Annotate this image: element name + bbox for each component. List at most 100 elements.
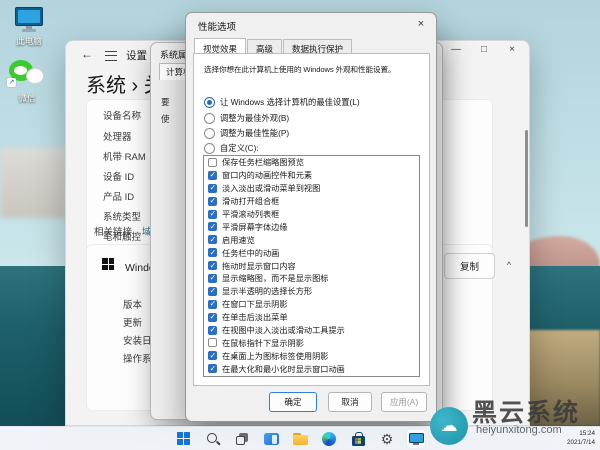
visual-effect-option[interactable]: 在桌面上为图标标签使用阴影: [204, 349, 419, 362]
checkbox-label: 在最大化和最小化时显示窗口动画: [222, 363, 345, 375]
radio-best-appearance[interactable]: 调整为最佳外观(B): [204, 112, 289, 124]
checkbox-icon[interactable]: [208, 171, 217, 180]
checkbox-icon[interactable]: [208, 313, 217, 322]
spec-row: 系统类型: [103, 209, 141, 223]
visual-effect-option[interactable]: 在最大化和最小化时显示窗口动画: [204, 362, 419, 375]
checkbox-label: 在窗口下显示阴影: [222, 298, 288, 310]
checkbox-icon[interactable]: [208, 235, 217, 244]
performance-options-dialog: 性能选项 × 视觉效果 高级 数据执行保护 选择你想在此计算机上使用的 Wind…: [185, 12, 437, 422]
taskbar-clock[interactable]: 15:24 2021/7/14: [567, 430, 595, 448]
visual-effects-list[interactable]: 保存任务栏缩略图预览 窗口内的动画控件和元素 淡入淡出或滑动菜单到视图 滑动打开…: [203, 155, 420, 377]
this-pc-icon: [14, 7, 44, 33]
visual-effect-option[interactable]: 淡入淡出或滑动菜单到视图: [204, 182, 419, 195]
checkbox-label: 拖动时显示窗口内容: [222, 260, 296, 272]
checkbox-icon[interactable]: [208, 184, 217, 193]
checkbox-label: 窗口内的动画控件和元素: [222, 169, 312, 181]
radio-icon: [204, 128, 215, 139]
visual-effect-option[interactable]: 在单击后淡出菜单: [204, 311, 419, 324]
checkbox-label: 在视图中淡入淡出或滑动工具提示: [222, 324, 345, 336]
chevron-up-icon[interactable]: ^: [498, 253, 520, 277]
os-row: 更新: [123, 315, 142, 329]
spec-row: 产品 ID: [103, 189, 134, 203]
copy-button[interactable]: 复制: [444, 253, 495, 279]
visual-effect-option[interactable]: 显示半透明的选择长方形: [204, 285, 419, 298]
visual-effect-option[interactable]: 窗口内的动画控件和元素: [204, 169, 419, 182]
spec-row: 机带 RAM: [103, 149, 146, 163]
checkbox-icon[interactable]: [208, 351, 217, 360]
settings-gear-icon[interactable]: ⚙: [377, 429, 397, 449]
checkbox-icon[interactable]: [208, 287, 217, 296]
radio-label: 调整为最佳外观(B): [220, 112, 289, 124]
clock-time: 15:24: [567, 430, 595, 439]
search-icon[interactable]: [203, 429, 223, 449]
checkbox-icon[interactable]: [208, 210, 217, 219]
close-icon[interactable]: ×: [412, 16, 430, 32]
settings-scrollbar[interactable]: [525, 130, 528, 227]
desktop-icon-label: 微信: [2, 92, 52, 104]
checkbox-label: 在桌面上为图标标签使用阴影: [222, 350, 328, 362]
visual-effect-option[interactable]: 显示缩略图，而不是显示图标: [204, 272, 419, 285]
minimize-button[interactable]: —: [449, 44, 463, 55]
visual-effect-option[interactable]: 平滑滚动列表框: [204, 208, 419, 221]
cancel-button[interactable]: 取消: [328, 392, 372, 412]
visual-effect-option[interactable]: 保存任务栏缩略图预览: [204, 156, 419, 169]
radio-let-windows-choose[interactable]: 让 Windows 选择计算机的最佳设置(L): [204, 96, 360, 108]
checkbox-icon[interactable]: [208, 248, 217, 257]
checkbox-label: 显示缩略图，而不是显示图标: [222, 272, 328, 284]
checkbox-label: 在单击后淡出菜单: [222, 311, 288, 323]
settings-app-title: 设置: [126, 48, 147, 63]
file-explorer-icon[interactable]: [290, 429, 310, 449]
clock-date: 2021/7/14: [567, 439, 595, 448]
desktop-icon-this-pc[interactable]: 此电脑: [4, 7, 54, 47]
visual-effect-option[interactable]: 滑动打开组合框: [204, 195, 419, 208]
desktop-icon-wechat[interactable]: ↗ 微信: [2, 60, 52, 104]
spec-row: 设备名称: [103, 108, 141, 122]
radio-icon: [204, 97, 215, 108]
checkbox-label: 启用速览: [222, 234, 255, 246]
checkbox-label: 淡入淡出或滑动菜单到视图: [222, 182, 320, 194]
checkbox-label: 在鼠标指针下显示阴影: [222, 337, 304, 349]
visual-effect-option[interactable]: 在窗口下显示阴影: [204, 298, 419, 311]
visual-effect-option[interactable]: 在视图中淡入淡出或滑动工具提示: [204, 324, 419, 337]
back-icon[interactable]: ←: [81, 47, 93, 61]
close-button[interactable]: ×: [505, 44, 519, 55]
visual-effects-panel: 选择你想在此计算机上使用的 Windows 外观和性能设置。 让 Windows…: [193, 53, 430, 386]
visual-effect-option[interactable]: 在鼠标指针下显示阴影: [204, 336, 419, 349]
radio-best-performance[interactable]: 调整为最佳性能(P): [204, 127, 289, 139]
ok-button[interactable]: 确定: [269, 392, 317, 412]
related-links-label: 相关链接: [94, 224, 132, 238]
checkbox-icon[interactable]: [208, 274, 217, 283]
checkbox-label: 保存任务栏缩略图预览: [222, 156, 304, 168]
visual-effect-option[interactable]: 任务栏中的动画: [204, 246, 419, 259]
shortcut-arrow-icon: ↗: [7, 78, 16, 87]
dialog-description: 选择你想在此计算机上使用的 Windows 外观和性能设置。: [204, 64, 396, 75]
radio-custom[interactable]: 自定义(C):: [204, 142, 259, 154]
checkbox-icon[interactable]: [208, 364, 217, 373]
radio-label: 让 Windows 选择计算机的最佳设置(L): [220, 96, 360, 108]
checkbox-icon[interactable]: [208, 300, 217, 309]
checkbox-icon[interactable]: [208, 222, 217, 231]
start-icon[interactable]: [174, 429, 194, 449]
task-view-icon[interactable]: [232, 429, 252, 449]
microsoft-store-icon[interactable]: [348, 429, 368, 449]
system-properties-icon[interactable]: [406, 429, 426, 449]
widgets-icon[interactable]: [261, 429, 281, 449]
checkbox-icon[interactable]: [208, 197, 217, 206]
checkbox-icon[interactable]: [208, 158, 217, 167]
wallpaper-mist: [0, 148, 66, 218]
windows-logo-icon: [102, 258, 114, 270]
checkbox-icon[interactable]: [208, 338, 217, 347]
spec-row: 处理器: [103, 129, 132, 143]
edge-icon[interactable]: [319, 429, 339, 449]
hamburger-menu-icon[interactable]: [105, 51, 117, 61]
visual-effect-option[interactable]: 拖动时显示窗口内容: [204, 259, 419, 272]
visual-effect-option[interactable]: 启用速览: [204, 233, 419, 246]
radio-icon: [204, 113, 215, 124]
desktop: 此电脑 ↗ 微信 ← 设置 — □ × 系统 › 关 设备名称 处理器 机带 R…: [0, 0, 600, 450]
checkbox-icon[interactable]: [208, 326, 217, 335]
apply-button[interactable]: 应用(A): [381, 392, 427, 412]
maximize-button[interactable]: □: [477, 44, 491, 55]
visual-effect-option[interactable]: 平滑屏幕字体边缘: [204, 220, 419, 233]
checkbox-label: 滑动打开组合框: [222, 195, 279, 207]
checkbox-icon[interactable]: [208, 261, 217, 270]
